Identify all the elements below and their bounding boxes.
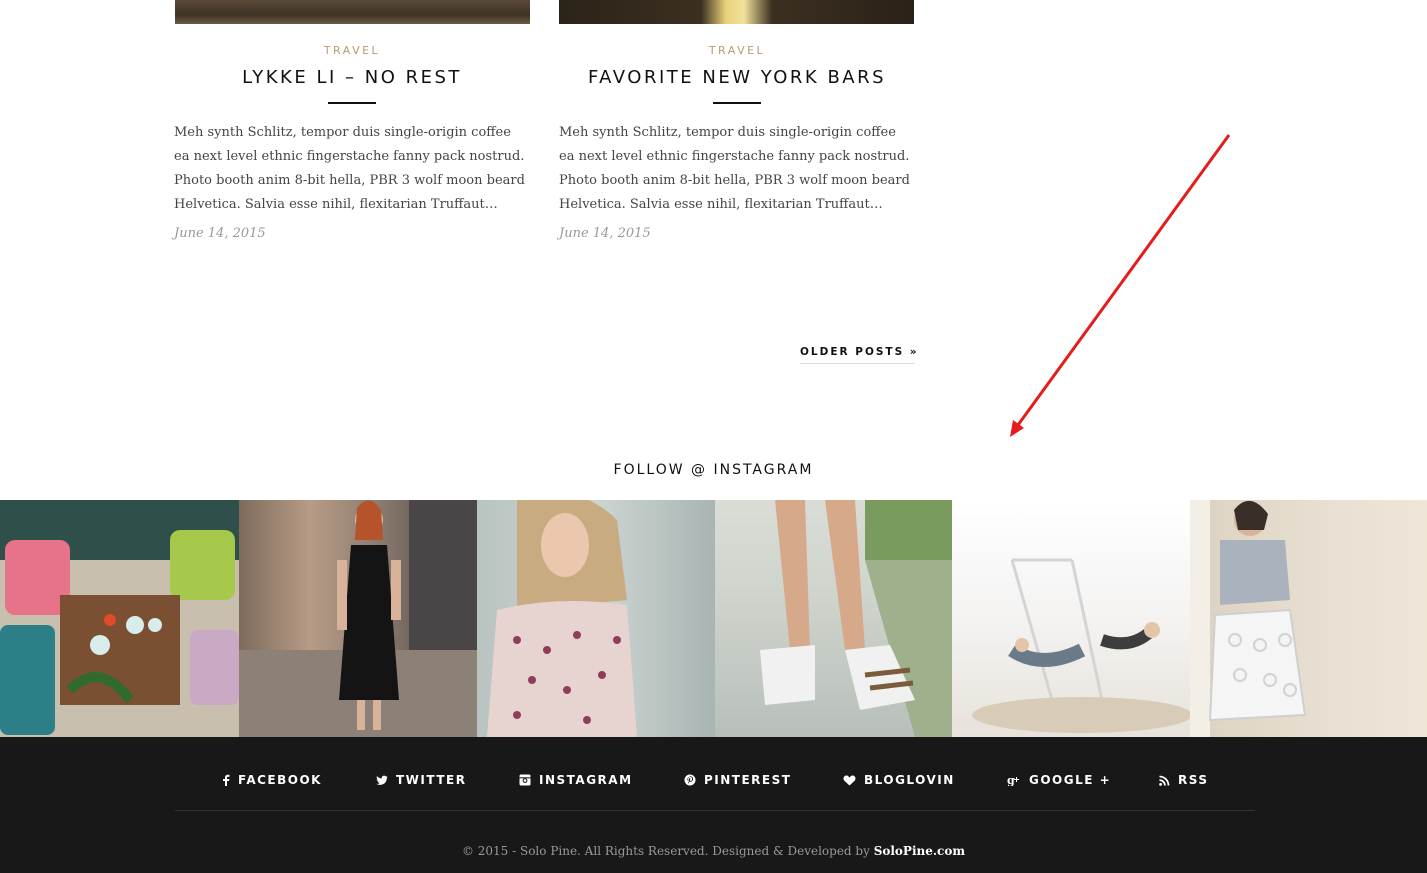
instagram-heading: FOLLOW @ INSTAGRAM xyxy=(613,462,814,478)
rss-icon xyxy=(1159,775,1170,786)
post-category[interactable]: TRAVEL xyxy=(559,44,915,57)
post-excerpt: Meh synth Schlitz, tempor duis single-or… xyxy=(174,125,525,212)
post-category[interactable]: TRAVEL xyxy=(174,44,530,57)
social-label: GOOGLE + xyxy=(1029,773,1112,787)
post-title[interactable]: LYKKE LI – NO REST xyxy=(174,67,530,88)
social-link-google-plus[interactable]: g GOOGLE + xyxy=(1007,773,1111,787)
social-label: TWITTER xyxy=(396,773,467,787)
social-label: PINTEREST xyxy=(704,773,792,787)
woman-white-skirt-photo[interactable] xyxy=(1190,500,1427,737)
social-link-twitter[interactable]: TWITTER xyxy=(376,773,466,787)
site-footer: FACEBOOK TWITTER INSTAGRAM PINTEREST BLO… xyxy=(0,737,1427,873)
woman-black-dress-photo[interactable] xyxy=(239,500,477,737)
instagram-feed xyxy=(0,500,1427,737)
copyright-brand-link[interactable]: SoloPine.com xyxy=(874,844,965,858)
social-link-bloglovin[interactable]: BLOGLOVIN xyxy=(843,773,955,787)
copyright: © 2015 - Solo Pine. All Rights Reserved.… xyxy=(0,844,1427,858)
facebook-icon xyxy=(223,774,230,786)
twitter-icon xyxy=(376,775,388,785)
social-link-pinterest[interactable]: PINTEREST xyxy=(684,773,791,787)
google-plus-icon: g xyxy=(1007,774,1019,786)
social-label: BLOGLOVIN xyxy=(864,773,955,787)
post-excerpt: Meh synth Schlitz, tempor duis single-or… xyxy=(559,125,910,212)
post-thumbnail[interactable] xyxy=(559,0,914,24)
sandals-photo[interactable] xyxy=(715,500,952,737)
post-thumbnail[interactable] xyxy=(175,0,530,24)
instagram-icon xyxy=(519,774,531,786)
social-link-facebook[interactable]: FACEBOOK xyxy=(222,773,322,787)
older-posts-link[interactable]: OLDER POSTS » xyxy=(800,346,917,364)
heart-icon xyxy=(843,775,856,785)
footer-divider xyxy=(175,810,1255,811)
post-date: June 14, 2015 xyxy=(559,226,651,241)
swings-photo[interactable] xyxy=(952,500,1190,737)
social-label: RSS xyxy=(1178,773,1209,787)
title-divider xyxy=(713,102,761,104)
post-title[interactable]: FAVORITE NEW YORK BARS xyxy=(559,67,915,88)
woman-floral-top-photo[interactable] xyxy=(477,500,715,737)
pinterest-icon xyxy=(684,774,696,786)
copyright-text: © 2015 - Solo Pine. All Rights Reserved.… xyxy=(461,844,874,858)
social-link-instagram[interactable]: INSTAGRAM xyxy=(519,773,633,787)
post-date: June 14, 2015 xyxy=(174,226,266,241)
social-label: INSTAGRAM xyxy=(539,773,633,787)
floor-cushions-photo[interactable] xyxy=(0,500,239,737)
social-label: FACEBOOK xyxy=(238,773,322,787)
social-link-rss[interactable]: RSS xyxy=(1159,773,1209,787)
title-divider xyxy=(328,102,376,104)
